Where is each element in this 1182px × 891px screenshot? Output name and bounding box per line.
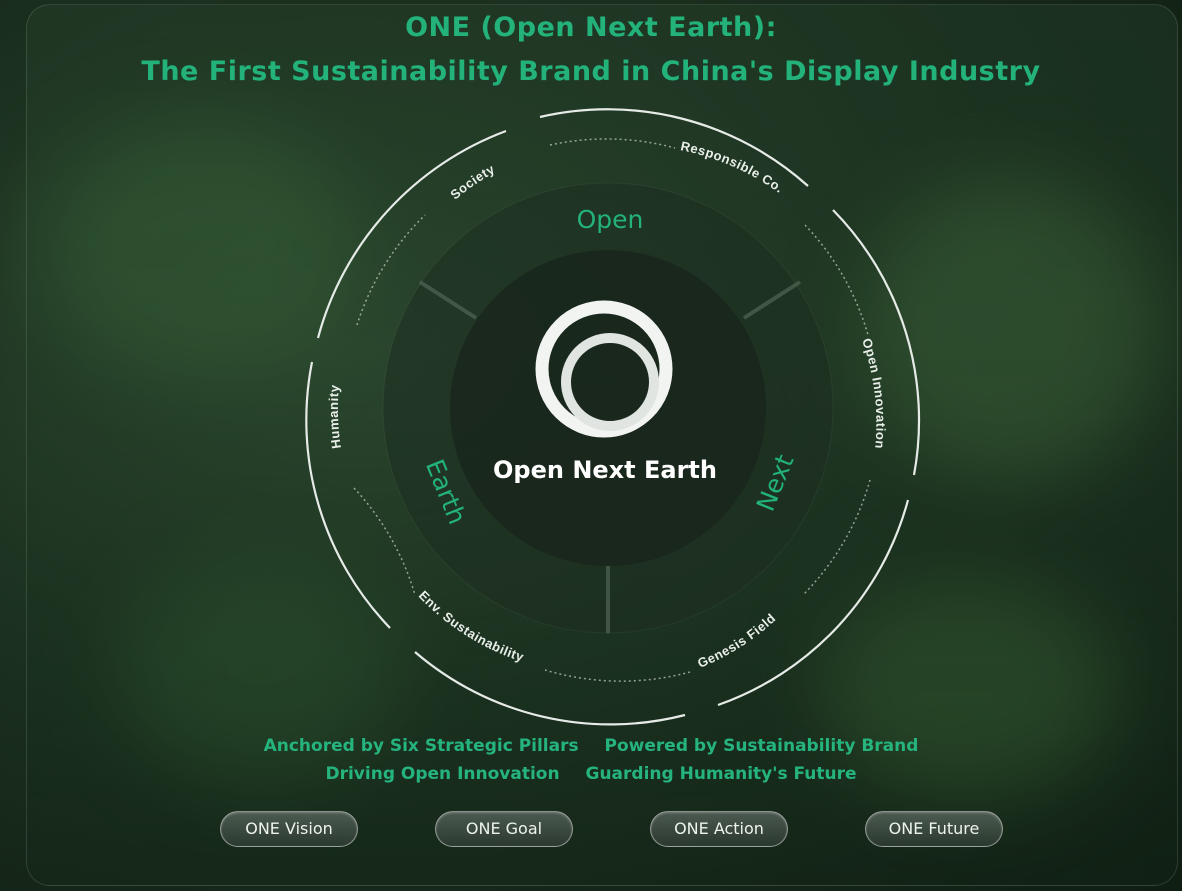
inner-disc	[450, 250, 766, 566]
tagline-text: Driving Open Innovation	[325, 764, 560, 784]
one-future-button[interactable]: ONE Future	[865, 811, 1003, 847]
pillar-responsible-co: Responsible Co.	[679, 138, 786, 196]
tagline-text: Anchored by Six Strategic Pillars	[263, 736, 579, 756]
pillar-society: Society	[447, 161, 497, 202]
tagline-row-1: Anchored by Six Strategic Pillars Powere…	[0, 736, 1182, 756]
center-label: Open Next Earth	[493, 456, 717, 484]
one-vision-button[interactable]: ONE Vision	[220, 811, 358, 847]
pillar-open-innovation: Open Innovation	[859, 336, 888, 449]
one-strategy-diagram: Society Responsible Co. Open Innovation …	[305, 108, 921, 726]
segment-open: Open	[577, 205, 644, 234]
one-goal-button[interactable]: ONE Goal	[435, 811, 573, 847]
tagline-text: Powered by Sustainability Brand	[604, 736, 919, 756]
tagline-row-2: Driving Open Innovation Guarding Humanit…	[0, 764, 1182, 784]
pillar-humanity: Humanity	[326, 384, 344, 450]
one-action-button[interactable]: ONE Action	[650, 811, 788, 847]
tagline-text: Guarding Humanity's Future	[585, 764, 857, 784]
pillar-genesis-field: Genesis Field	[695, 610, 778, 670]
